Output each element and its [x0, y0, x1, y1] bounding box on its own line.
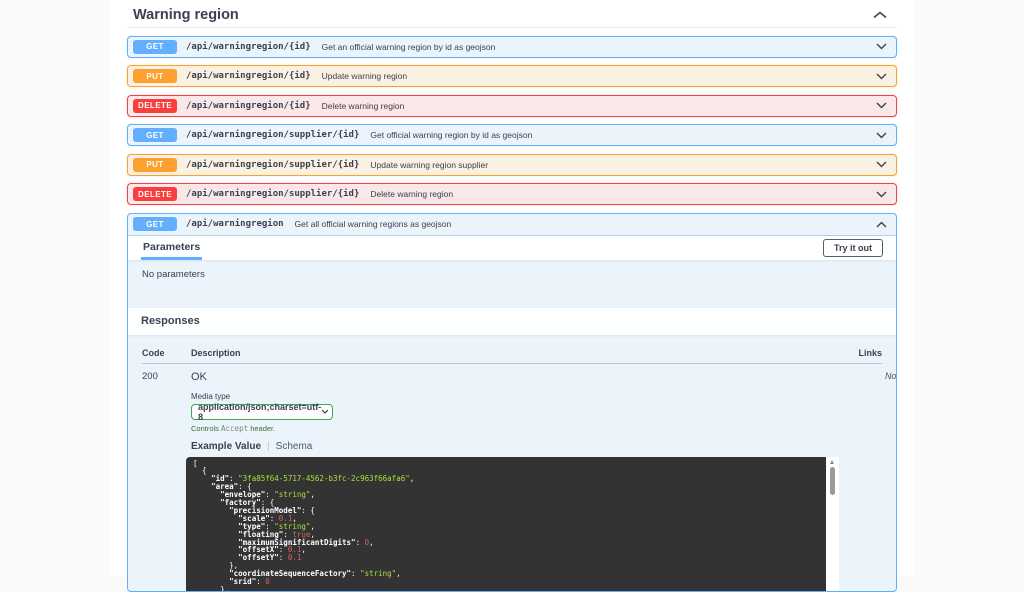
endpoint-row[interactable]: GET /api/warningregion/supplier/{id} Get…	[127, 124, 897, 146]
tab-schema[interactable]: Schema	[276, 441, 313, 452]
swagger-section: Warning region GET /api/warningregion/{i…	[110, 0, 914, 576]
section-header: Warning region	[127, 0, 897, 28]
method-badge: DELETE	[133, 187, 177, 201]
example-code-block: [ { "id": "3fa85f64-5717-4562-b3fc-2c963…	[186, 457, 839, 591]
try-it-out-button[interactable]: Try it out	[823, 239, 883, 257]
example-tabs: Example Value | Schema	[191, 441, 839, 452]
response-row-200: 200 OK Media type application/json;chars…	[142, 364, 882, 591]
section-title: Warning region	[133, 7, 239, 23]
method-badge: GET	[133, 40, 177, 54]
response-description: OK	[191, 371, 839, 383]
chevron-down-icon[interactable]	[876, 73, 887, 80]
endpoint-description: Get all official warning regions as geoj…	[295, 219, 452, 229]
media-type-select[interactable]: application/json;charset=utf-8	[191, 404, 333, 420]
endpoint-path: /api/warningregion/supplier/{id}	[186, 189, 359, 199]
chevron-down-icon[interactable]	[876, 132, 887, 139]
endpoint-row[interactable]: GET /api/warningregion/{id} Get an offic…	[127, 36, 897, 58]
chevron-down-icon[interactable]	[876, 43, 887, 50]
endpoint-path: /api/warningregion/{id}	[186, 101, 311, 111]
section-collapse-button[interactable]	[869, 9, 891, 21]
method-badge: PUT	[133, 69, 177, 83]
endpoint-path: /api/warningregion	[186, 219, 284, 229]
endpoint-description: Update warning region supplier	[370, 160, 488, 170]
responses-table-header: Code Description Links	[142, 348, 882, 364]
chevron-up-icon[interactable]	[876, 221, 887, 228]
column-links: Links	[804, 348, 882, 358]
media-type-label: Media type	[191, 392, 839, 401]
accept-code: Accept	[221, 424, 248, 433]
endpoint-description: Update warning region	[322, 71, 408, 81]
no-parameters-text: No parameters	[128, 260, 896, 308]
scrollbar-up-arrow-icon[interactable]	[830, 460, 834, 464]
example-json: [ { "id": "3fa85f64-5717-4562-b3fc-2c963…	[186, 457, 839, 592]
parameters-header: Parameters Try it out	[128, 236, 896, 260]
response-description-cell: OK Media type application/json;charset=u…	[191, 371, 839, 591]
endpoint-row[interactable]: GET /api/warningregion Get all official …	[128, 214, 896, 236]
code-scrollbar[interactable]	[826, 457, 839, 591]
method-badge: GET	[133, 128, 177, 142]
method-badge: DELETE	[133, 99, 177, 113]
endpoint-row[interactable]: DELETE /api/warningregion/supplier/{id} …	[127, 183, 897, 205]
endpoint-description: Get an official warning region by id as …	[322, 42, 496, 52]
endpoint-row[interactable]: PUT /api/warningregion/supplier/{id} Upd…	[127, 154, 897, 176]
method-badge: GET	[133, 217, 177, 231]
chevron-down-icon[interactable]	[876, 191, 887, 198]
endpoint-path: /api/warningregion/supplier/{id}	[186, 130, 359, 140]
scrollbar-thumb[interactable]	[830, 467, 835, 495]
response-links: No links	[839, 371, 897, 591]
responses-header: Responses	[128, 308, 896, 335]
endpoint-description: Delete warning region	[370, 189, 453, 199]
endpoint-path: /api/warningregion/{id}	[186, 42, 311, 52]
column-code: Code	[142, 348, 191, 358]
response-code: 200	[142, 371, 191, 591]
chevron-down-icon[interactable]	[876, 102, 887, 109]
media-type-selected: application/json;charset=utf-8	[198, 402, 321, 422]
endpoint-path: /api/warningregion/supplier/{id}	[186, 160, 359, 170]
endpoint-row[interactable]: PUT /api/warningregion/{id} Update warni…	[127, 65, 897, 87]
chevron-up-icon	[873, 11, 887, 19]
endpoint-description: Delete warning region	[322, 101, 405, 111]
method-badge: PUT	[133, 158, 177, 172]
endpoint-description: Get official warning region by id as geo…	[370, 130, 532, 140]
endpoint-expanded: GET /api/warningregion Get all official …	[127, 213, 897, 592]
chevron-down-icon[interactable]	[876, 161, 887, 168]
column-description: Description	[191, 348, 804, 358]
tab-example-value[interactable]: Example Value	[191, 441, 261, 452]
tab-parameters[interactable]: Parameters	[141, 236, 202, 260]
endpoint-path: /api/warningregion/{id}	[186, 71, 311, 81]
endpoint-row[interactable]: DELETE /api/warningregion/{id} Delete wa…	[127, 95, 897, 117]
responses-body: Code Description Links 200 OK Media type…	[128, 335, 896, 591]
accept-header-hint: Controls Accept header.	[191, 424, 839, 433]
chevron-down-icon	[321, 409, 329, 414]
